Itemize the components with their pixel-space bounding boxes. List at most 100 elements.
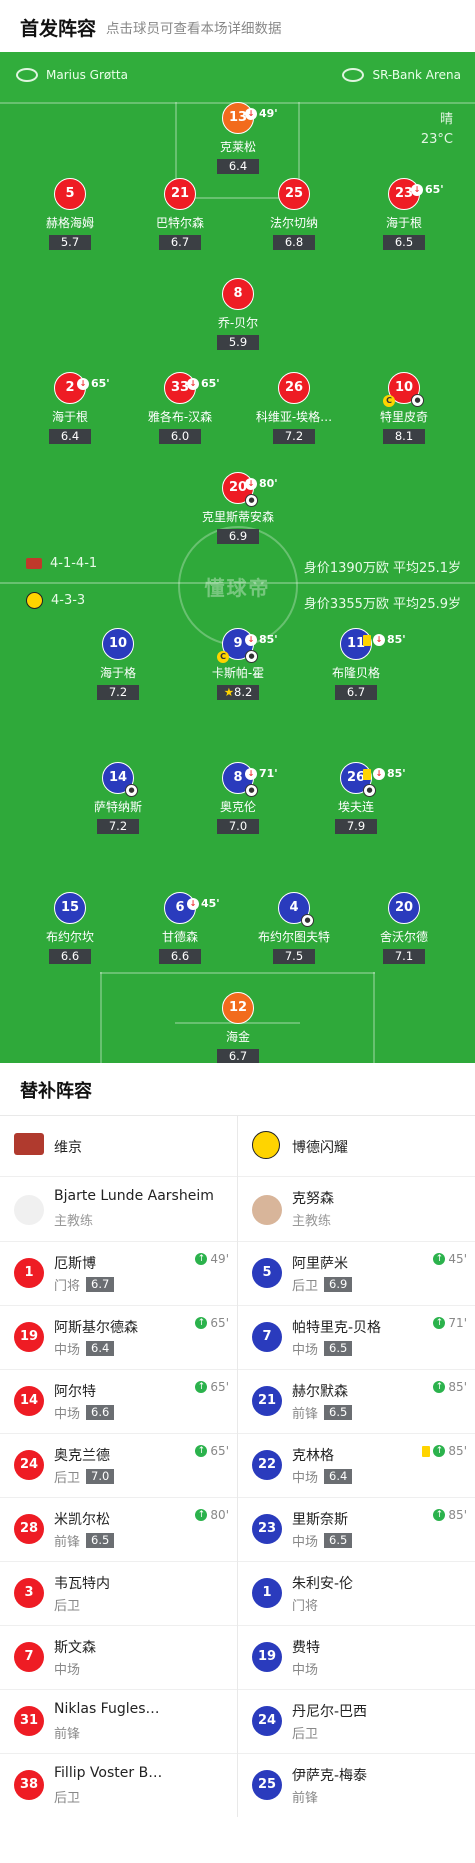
- player-name: 海于格: [99, 666, 136, 680]
- player-home-26[interactable]: 26 科维亚-埃格… 7.2: [239, 372, 349, 444]
- home-venue: Marius Grøtta: [16, 68, 128, 82]
- sub-row[interactable]: 31 Niklas Fugles… 前锋: [0, 1690, 237, 1754]
- player-number: 10: [102, 628, 134, 660]
- player-away-26[interactable]: 26 ↓ 85' ● 埃夫连 7.9: [301, 762, 411, 834]
- sub-number: 7: [14, 1642, 44, 1672]
- sub-row[interactable]: 25 伊萨克-梅泰 前锋: [238, 1754, 475, 1817]
- sub-rating: 6.4: [86, 1341, 115, 1356]
- player-name: 科维亚-埃格…: [255, 410, 333, 424]
- home-formation-row: 4-1-4-1 身价1390万欧 平均25.1岁: [0, 554, 475, 578]
- player-rating: 7.2: [273, 429, 315, 444]
- sub-row[interactable]: 38 Fillip Voster B… 后卫: [0, 1754, 237, 1817]
- assist-icon: ●: [125, 784, 138, 797]
- sub-number: 19: [14, 1322, 44, 1352]
- coach-role: 主教练: [54, 1214, 94, 1229]
- player-rating: 7.2: [97, 819, 139, 834]
- player-away-6[interactable]: 6 ↓ 45' 甘德森 6.6: [125, 892, 235, 964]
- captain-icon: C: [217, 651, 229, 663]
- sub-name: 阿斯基尔德森: [54, 1320, 138, 1336]
- player-away-8[interactable]: 8 ↓ 71' ● 奥克伦 7.0: [183, 762, 293, 834]
- sub-row[interactable]: 22 克林格 中场 6.4 ↑ 85': [238, 1434, 475, 1498]
- player-away-11[interactable]: 11 ↓ 85' 布隆贝格 6.7: [301, 628, 411, 700]
- player-away-9[interactable]: 9 ↓ 85' C ● 卡斯帕-霍 ★8.2: [183, 628, 293, 700]
- sub-in-time: ↑ 85': [433, 1380, 467, 1394]
- sub-name: Fillip Voster B…: [54, 1765, 163, 1781]
- sub-row[interactable]: 3 韦瓦特内 后卫: [0, 1562, 237, 1626]
- player-rating: 7.1: [383, 949, 425, 964]
- sub-row[interactable]: 1 厄斯博 门将 6.7 ↑ 49': [0, 1242, 237, 1306]
- sub-out-icon: ↓: [187, 898, 199, 910]
- player-number: 9 ↓ 85' C ●: [217, 628, 278, 663]
- player-rating: 7.5: [273, 949, 315, 964]
- player-home-5[interactable]: 5 赫格海姆 5.7: [15, 178, 125, 250]
- yellow-card-icon: [422, 1445, 431, 1457]
- player-rating: 6.4: [49, 429, 91, 444]
- sub-row[interactable]: 28 米凯尔松 前锋 6.5 ↑ 80': [0, 1498, 237, 1562]
- player-rating: 7.9: [335, 819, 377, 834]
- player-number: 10 C ●: [383, 372, 424, 407]
- home-team-header[interactable]: 维京: [0, 1116, 237, 1177]
- sub-position: 中场 6.4: [292, 1467, 353, 1486]
- player-home-8[interactable]: 8 乔-贝尔 5.9: [183, 278, 293, 350]
- coach-avatar-icon: [252, 1195, 282, 1225]
- player-number: 4 ●: [278, 892, 314, 927]
- sub-out-tag: ↓ 49': [245, 99, 278, 129]
- player-home-2[interactable]: 2 ↓ 65' 海于根 6.4: [15, 372, 125, 444]
- home-coach[interactable]: Bjarte Lunde Aarsheim 主教练: [0, 1177, 237, 1242]
- player-number: 15: [54, 892, 86, 924]
- sub-row[interactable]: 24 奥克兰德 后卫 7.0 ↑ 65': [0, 1434, 237, 1498]
- player-home-21[interactable]: 21 巴特尔森 6.7: [125, 178, 235, 250]
- sub-out-icon: ↓: [373, 768, 385, 780]
- player-number: 6 ↓ 45': [164, 892, 220, 924]
- player-away-4[interactable]: 4 ● 布约尔图夫特 7.5: [239, 892, 349, 964]
- star-icon: ★: [223, 685, 234, 699]
- sub-row[interactable]: 5 阿里萨米 后卫 6.9 ↑ 45': [238, 1242, 475, 1306]
- sub-row[interactable]: 1 朱利安-伦 门将: [238, 1562, 475, 1626]
- sub-name: 厄斯博: [54, 1256, 96, 1272]
- player-home-33[interactable]: 33 ↓ 65' 雅各布-汉森 6.0: [125, 372, 235, 444]
- player-home-10[interactable]: 10 C ● 特里皮奇 8.1: [349, 372, 459, 444]
- sub-name: 斯文森: [54, 1640, 96, 1656]
- player-home-13[interactable]: 13 ↓ 49' 克莱松 6.4: [183, 102, 293, 174]
- player-away-20[interactable]: 20 舍沃尔德 7.1: [349, 892, 459, 964]
- sub-row[interactable]: 24 丹尼尔-巴西 后卫: [238, 1690, 475, 1754]
- sub-row[interactable]: 7 帕特里克-贝格 中场 6.5 ↑ 71': [238, 1306, 475, 1370]
- sub-rating: 6.5: [324, 1533, 353, 1548]
- pitch-line: [373, 972, 375, 1063]
- player-home-20[interactable]: 20 ↓ 80' ● 克里斯蒂安森 6.9: [183, 472, 293, 544]
- player-away-15[interactable]: 15 布约尔坎 6.6: [15, 892, 125, 964]
- player-rating: 6.7: [217, 1049, 259, 1063]
- player-home-23[interactable]: 23 ↓ 65' 海于根 6.5: [349, 178, 459, 250]
- sub-in-icon: ↑: [433, 1317, 446, 1329]
- away-coach[interactable]: 克努森 主教练: [238, 1177, 475, 1242]
- sub-name: 赫尔默森: [292, 1384, 348, 1400]
- away-subs-column: 博德闪耀 克努森 主教练 5 阿里萨米 后卫 6.9 ↑ 45' 7 帕特里克-贝格…: [238, 1116, 475, 1817]
- goal-ball-icon: ●: [245, 494, 258, 507]
- player-name: 甘德森: [161, 930, 198, 944]
- stadium-icon: [342, 68, 365, 82]
- pitch-line: [100, 972, 102, 1063]
- sub-row[interactable]: 7 斯文森 中场: [0, 1626, 237, 1690]
- sub-name: 丹尼尔-巴西: [292, 1704, 368, 1720]
- sub-row[interactable]: 19 费特 中场: [238, 1626, 475, 1690]
- player-away-12[interactable]: 12 海金 6.7: [183, 992, 293, 1063]
- sub-number: 23: [252, 1514, 282, 1544]
- page-title: 首发阵容: [20, 18, 97, 40]
- sub-in-time: ↑ 65': [195, 1316, 229, 1330]
- sub-position: 后卫 7.0: [54, 1467, 115, 1486]
- player-name: 海金: [225, 1030, 250, 1044]
- sub-row[interactable]: 21 赫尔默森 前锋 6.5 ↑ 85': [238, 1370, 475, 1434]
- sub-in-time: ↑ 65': [195, 1444, 229, 1458]
- sub-out-icon: ↓: [245, 478, 257, 490]
- player-home-25[interactable]: 25 法尔切纳 6.8: [239, 178, 349, 250]
- sub-row[interactable]: 19 阿斯基尔德森 中场 6.4 ↑ 65': [0, 1306, 237, 1370]
- sub-in-icon: ↑: [195, 1381, 208, 1393]
- player-rating: 8.1: [383, 429, 425, 444]
- sub-row[interactable]: 14 阿尔特 中场 6.6 ↑ 65': [0, 1370, 237, 1434]
- player-away-14[interactable]: 14 ● 萨特纳斯 7.2: [63, 762, 173, 834]
- sub-row[interactable]: 23 里斯奈斯 中场 6.5 ↑ 85': [238, 1498, 475, 1562]
- away-team-header[interactable]: 博德闪耀: [238, 1116, 475, 1177]
- sub-position: 前锋 6.5: [54, 1531, 115, 1550]
- player-away-10[interactable]: 10 海于格 7.2: [63, 628, 173, 700]
- sub-out-tag: ↓ 45': [187, 889, 220, 919]
